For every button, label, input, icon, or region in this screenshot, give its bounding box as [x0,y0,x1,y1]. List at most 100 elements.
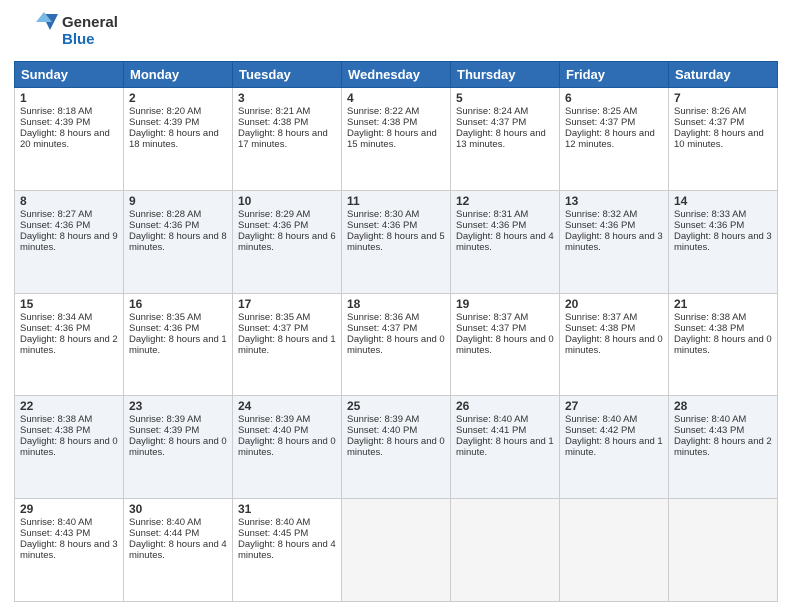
sunset-text: Sunset: 4:37 PM [674,117,744,128]
day-number: 14 [674,194,772,208]
calendar-cell [342,499,451,602]
calendar-cell: 30 Sunrise: 8:40 AM Sunset: 4:44 PM Dayl… [124,499,233,602]
col-friday: Friday [560,62,669,88]
col-wednesday: Wednesday [342,62,451,88]
sunset-text: Sunset: 4:36 PM [674,220,744,231]
sunset-text: Sunset: 4:37 PM [456,323,526,334]
day-number: 8 [20,194,118,208]
sunset-text: Sunset: 4:38 PM [674,323,744,334]
sunrise-text: Sunrise: 8:40 AM [456,414,528,425]
sunset-text: Sunset: 4:41 PM [456,425,526,436]
daylight-text: Daylight: 8 hours and 0 minutes. [238,436,336,458]
day-number: 22 [20,399,118,413]
day-number: 25 [347,399,445,413]
sunset-text: Sunset: 4:37 PM [347,323,417,334]
day-number: 12 [456,194,554,208]
day-number: 6 [565,91,663,105]
calendar-cell: 20 Sunrise: 8:37 AM Sunset: 4:38 PM Dayl… [560,293,669,396]
sunrise-text: Sunrise: 8:20 AM [129,106,201,117]
sunrise-text: Sunrise: 8:38 AM [674,312,746,323]
col-thursday: Thursday [451,62,560,88]
day-number: 2 [129,91,227,105]
sunrise-text: Sunrise: 8:21 AM [238,106,310,117]
sunset-text: Sunset: 4:37 PM [456,117,526,128]
sunrise-text: Sunrise: 8:40 AM [238,517,310,528]
header: General Blue [14,10,778,53]
calendar-cell: 10 Sunrise: 8:29 AM Sunset: 4:36 PM Dayl… [233,190,342,293]
sunrise-text: Sunrise: 8:38 AM [20,414,92,425]
daylight-text: Daylight: 8 hours and 18 minutes. [129,128,219,150]
sunrise-text: Sunrise: 8:35 AM [129,312,201,323]
calendar-cell: 5 Sunrise: 8:24 AM Sunset: 4:37 PM Dayli… [451,88,560,191]
sunrise-text: Sunrise: 8:34 AM [20,312,92,323]
day-number: 31 [238,502,336,516]
calendar-cell: 15 Sunrise: 8:34 AM Sunset: 4:36 PM Dayl… [15,293,124,396]
sunrise-text: Sunrise: 8:40 AM [129,517,201,528]
sunset-text: Sunset: 4:38 PM [238,117,308,128]
sunrise-text: Sunrise: 8:26 AM [674,106,746,117]
calendar-cell: 1 Sunrise: 8:18 AM Sunset: 4:39 PM Dayli… [15,88,124,191]
daylight-text: Daylight: 8 hours and 4 minutes. [129,539,227,561]
sunrise-text: Sunrise: 8:24 AM [456,106,528,117]
calendar-cell: 7 Sunrise: 8:26 AM Sunset: 4:37 PM Dayli… [669,88,778,191]
logo: General Blue [14,10,118,53]
daylight-text: Daylight: 8 hours and 1 minute. [565,436,663,458]
daylight-text: Daylight: 8 hours and 13 minutes. [456,128,546,150]
daylight-text: Daylight: 8 hours and 0 minutes. [129,436,227,458]
daylight-text: Daylight: 8 hours and 0 minutes. [565,334,663,356]
day-number: 20 [565,297,663,311]
calendar-week-row: 1 Sunrise: 8:18 AM Sunset: 4:39 PM Dayli… [15,88,778,191]
daylight-text: Daylight: 8 hours and 4 minutes. [456,231,554,253]
col-sunday: Sunday [15,62,124,88]
logo-general: General [62,15,118,32]
calendar-cell: 28 Sunrise: 8:40 AM Sunset: 4:43 PM Dayl… [669,396,778,499]
daylight-text: Daylight: 8 hours and 20 minutes. [20,128,110,150]
day-number: 17 [238,297,336,311]
sunrise-text: Sunrise: 8:30 AM [347,209,419,220]
col-monday: Monday [124,62,233,88]
sunrise-text: Sunrise: 8:36 AM [347,312,419,323]
calendar-cell: 27 Sunrise: 8:40 AM Sunset: 4:42 PM Dayl… [560,396,669,499]
sunrise-text: Sunrise: 8:39 AM [129,414,201,425]
sunset-text: Sunset: 4:37 PM [565,117,635,128]
sunset-text: Sunset: 4:36 PM [565,220,635,231]
sunset-text: Sunset: 4:40 PM [347,425,417,436]
calendar-cell: 22 Sunrise: 8:38 AM Sunset: 4:38 PM Dayl… [15,396,124,499]
calendar-cell: 2 Sunrise: 8:20 AM Sunset: 4:39 PM Dayli… [124,88,233,191]
sunset-text: Sunset: 4:43 PM [20,528,90,539]
sunset-text: Sunset: 4:39 PM [129,425,199,436]
calendar-week-row: 22 Sunrise: 8:38 AM Sunset: 4:38 PM Dayl… [15,396,778,499]
daylight-text: Daylight: 8 hours and 2 minutes. [20,334,118,356]
sunrise-text: Sunrise: 8:37 AM [456,312,528,323]
calendar-cell: 14 Sunrise: 8:33 AM Sunset: 4:36 PM Dayl… [669,190,778,293]
sunset-text: Sunset: 4:44 PM [129,528,199,539]
calendar-cell: 13 Sunrise: 8:32 AM Sunset: 4:36 PM Dayl… [560,190,669,293]
day-number: 16 [129,297,227,311]
sunrise-text: Sunrise: 8:33 AM [674,209,746,220]
daylight-text: Daylight: 8 hours and 1 minute. [129,334,227,356]
sunset-text: Sunset: 4:36 PM [238,220,308,231]
day-number: 27 [565,399,663,413]
daylight-text: Daylight: 8 hours and 1 minute. [238,334,336,356]
day-number: 7 [674,91,772,105]
sunset-text: Sunset: 4:40 PM [238,425,308,436]
daylight-text: Daylight: 8 hours and 4 minutes. [238,539,336,561]
sunrise-text: Sunrise: 8:27 AM [20,209,92,220]
day-number: 23 [129,399,227,413]
sunset-text: Sunset: 4:36 PM [20,220,90,231]
daylight-text: Daylight: 8 hours and 9 minutes. [20,231,118,253]
day-number: 1 [20,91,118,105]
daylight-text: Daylight: 8 hours and 15 minutes. [347,128,437,150]
calendar-cell: 6 Sunrise: 8:25 AM Sunset: 4:37 PM Dayli… [560,88,669,191]
daylight-text: Daylight: 8 hours and 3 minutes. [565,231,663,253]
sunset-text: Sunset: 4:45 PM [238,528,308,539]
day-number: 18 [347,297,445,311]
calendar-week-row: 8 Sunrise: 8:27 AM Sunset: 4:36 PM Dayli… [15,190,778,293]
calendar-cell: 9 Sunrise: 8:28 AM Sunset: 4:36 PM Dayli… [124,190,233,293]
daylight-text: Daylight: 8 hours and 0 minutes. [20,436,118,458]
col-saturday: Saturday [669,62,778,88]
day-number: 4 [347,91,445,105]
logo-blue: Blue [62,32,118,49]
daylight-text: Daylight: 8 hours and 3 minutes. [674,231,772,253]
daylight-text: Daylight: 8 hours and 17 minutes. [238,128,328,150]
